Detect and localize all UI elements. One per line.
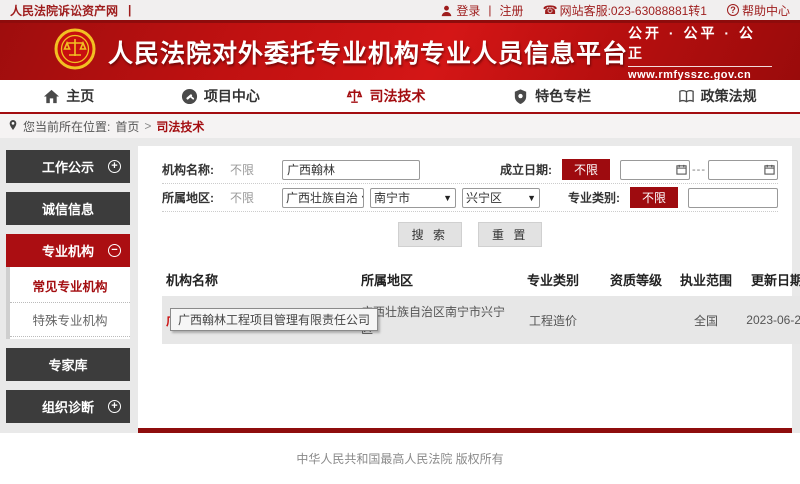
- founded-date-unlimited-button[interactable]: 不限: [562, 159, 610, 180]
- help-icon: ?: [727, 4, 739, 16]
- org-name-unlimited-option[interactable]: 不限: [230, 161, 282, 178]
- hotline: ☎ 网站客服:023-63088881转1: [544, 2, 707, 19]
- expand-icon[interactable]: +: [108, 400, 121, 413]
- login-link[interactable]: 登录: [440, 2, 480, 19]
- founded-date-label: 成立日期:: [500, 161, 552, 178]
- cell-category: 工程造价: [509, 296, 597, 344]
- footer: 中华人民共和国最高人民法院 版权所有: [0, 433, 800, 484]
- calendar-icon[interactable]: [676, 164, 687, 175]
- user-icon: [440, 4, 453, 17]
- sidebar-item-org-diagnosis[interactable]: 组织诊断 +: [6, 390, 130, 423]
- page: 人民法院诉讼资产网 | 登录 | 注册 ☎ 网站客服:023-63088881转…: [0, 0, 800, 484]
- site-banner: 人民法院对外委托专业机构专业人员信息平台 公开 · 公平 · 公正 www.rm…: [0, 23, 800, 80]
- form-row-region: 所属地区: 不限 广西壮族自治 ▼ 南宁市 ▼ 兴宁区 ▼ 专业类别: 不限: [162, 184, 778, 212]
- breadcrumb-current: 司法技术: [156, 118, 204, 135]
- city-select[interactable]: 南宁市 ▼: [370, 188, 456, 208]
- nav-item-featured-column[interactable]: 特色专栏: [512, 86, 591, 106]
- book-icon: [678, 88, 695, 105]
- phone-icon: ☎: [544, 4, 557, 17]
- district-select[interactable]: 兴宁区 ▼: [462, 188, 540, 208]
- site-url: www.rmfysszc.gov.cn: [628, 69, 772, 81]
- home-icon: [43, 88, 60, 105]
- scales-icon: [346, 88, 363, 105]
- location-pin-icon: [8, 119, 18, 134]
- reset-button[interactable]: 重 置: [478, 222, 542, 247]
- col-update-date: 更新日期: [737, 263, 800, 296]
- chevron-down-icon: ▼: [360, 193, 364, 203]
- cell-update-date: 2023-06-21: [737, 296, 800, 344]
- breadcrumb-home[interactable]: 首页: [115, 118, 139, 135]
- banner-slogan-block: 公开 · 公平 · 公正 www.rmfysszc.gov.cn: [628, 23, 772, 81]
- col-region: 所属地区: [357, 263, 509, 296]
- divider: |: [486, 3, 493, 17]
- sidebar-item-work-publicity[interactable]: 工作公示 +: [6, 150, 130, 183]
- national-emblem-logo: [54, 28, 96, 75]
- col-org-name: 机构名称: [162, 263, 357, 296]
- calendar-icon[interactable]: [764, 164, 775, 175]
- category-unlimited-button[interactable]: 不限: [630, 187, 678, 208]
- platform-title: 人民法院对外委托专业机构专业人员信息平台: [108, 34, 628, 70]
- top-utility-bar: 人民法院诉讼资产网 | 登录 | 注册 ☎ 网站客服:023-63088881转…: [0, 0, 800, 20]
- expand-icon[interactable]: +: [108, 160, 121, 173]
- breadcrumb: 您当前所在位置: 首页 > 司法技术: [0, 114, 800, 138]
- org-name-tooltip: 广西翰林工程项目管理有限责任公司: [170, 308, 378, 331]
- shield-star-icon: [512, 88, 529, 105]
- breadcrumb-separator: >: [144, 119, 151, 133]
- sidebar-item-expert-pool[interactable]: 专家库: [6, 348, 130, 381]
- table-header-row: 机构名称 所属地区 专业类别 资质等级 执业范围 更新日期: [162, 263, 800, 296]
- sidebar-subpanel: 常见专业机构 特殊专业机构: [6, 267, 130, 339]
- nav-item-policies[interactable]: 政策法规: [678, 86, 757, 106]
- divider: |: [126, 3, 133, 17]
- date-range-dash: ---: [692, 164, 706, 176]
- register-link[interactable]: 注册: [500, 2, 524, 19]
- date-to-wrap: [708, 160, 778, 180]
- form-row-org-name: 机构名称: 不限 成立日期: 不限 ---: [162, 156, 778, 184]
- nav-item-project-center[interactable]: 项目中心: [181, 86, 260, 106]
- site-link[interactable]: 人民法院诉讼资产网: [10, 2, 118, 19]
- region-unlimited-option[interactable]: 不限: [230, 189, 282, 206]
- org-name-label: 机构名称:: [162, 161, 230, 178]
- project-center-icon: [181, 88, 198, 105]
- category-input[interactable]: [688, 188, 778, 208]
- region-label: 所属地区:: [162, 189, 230, 206]
- province-select[interactable]: 广西壮族自治 ▼: [282, 188, 364, 208]
- sidebar-item-common-institutions[interactable]: 常见专业机构: [10, 269, 130, 303]
- col-category: 专业类别: [509, 263, 597, 296]
- primary-nav: 主页 项目中心 司法技术 特色专栏 政策法规: [0, 80, 800, 114]
- breadcrumb-prefix: 您当前所在位置:: [23, 118, 110, 135]
- category-label: 专业类别:: [568, 189, 620, 206]
- sidebar-item-professional-institutions[interactable]: 专业机构 −: [6, 234, 130, 267]
- form-actions: 搜 索 重 置: [162, 212, 778, 253]
- slogan-text: 公开 · 公平 · 公正: [628, 23, 772, 67]
- copyright-text: 中华人民共和国最高人民法院 版权所有: [296, 450, 503, 467]
- chevron-down-icon: ▼: [527, 193, 536, 203]
- nav-item-home[interactable]: 主页: [43, 86, 94, 106]
- cell-region: 广西壮族自治区南宁市兴宁区: [357, 296, 509, 344]
- col-practice-scope: 执业范围: [675, 263, 737, 296]
- cell-qualification: [597, 296, 675, 344]
- search-button[interactable]: 搜 索: [398, 222, 462, 247]
- help-center-link[interactable]: ? 帮助中心: [727, 2, 790, 19]
- sidebar-item-special-institutions[interactable]: 特殊专业机构: [10, 303, 130, 337]
- col-qualification: 资质等级: [597, 263, 675, 296]
- content-panel: 机构名称: 不限 成立日期: 不限 ---: [138, 146, 792, 433]
- date-from-wrap: [620, 160, 690, 180]
- main-area: 工作公示 + 诚信信息 专业机构 − 常见专业机构 特殊专业机构 专家库: [0, 138, 800, 433]
- results-table: 机构名称 所属地区 专业类别 资质等级 执业范围 更新日期 广西翰林工程项目管理…: [162, 263, 800, 344]
- sidebar: 工作公示 + 诚信信息 专业机构 − 常见专业机构 特殊专业机构 专家库: [6, 150, 130, 432]
- cell-practice-scope: 全国: [675, 296, 737, 344]
- nav-item-judicial-tech[interactable]: 司法技术: [346, 86, 425, 106]
- sidebar-item-integrity-info[interactable]: 诚信信息: [6, 192, 130, 225]
- org-name-input[interactable]: [282, 160, 420, 180]
- collapse-icon[interactable]: −: [108, 244, 121, 257]
- chevron-down-icon: ▼: [443, 193, 452, 203]
